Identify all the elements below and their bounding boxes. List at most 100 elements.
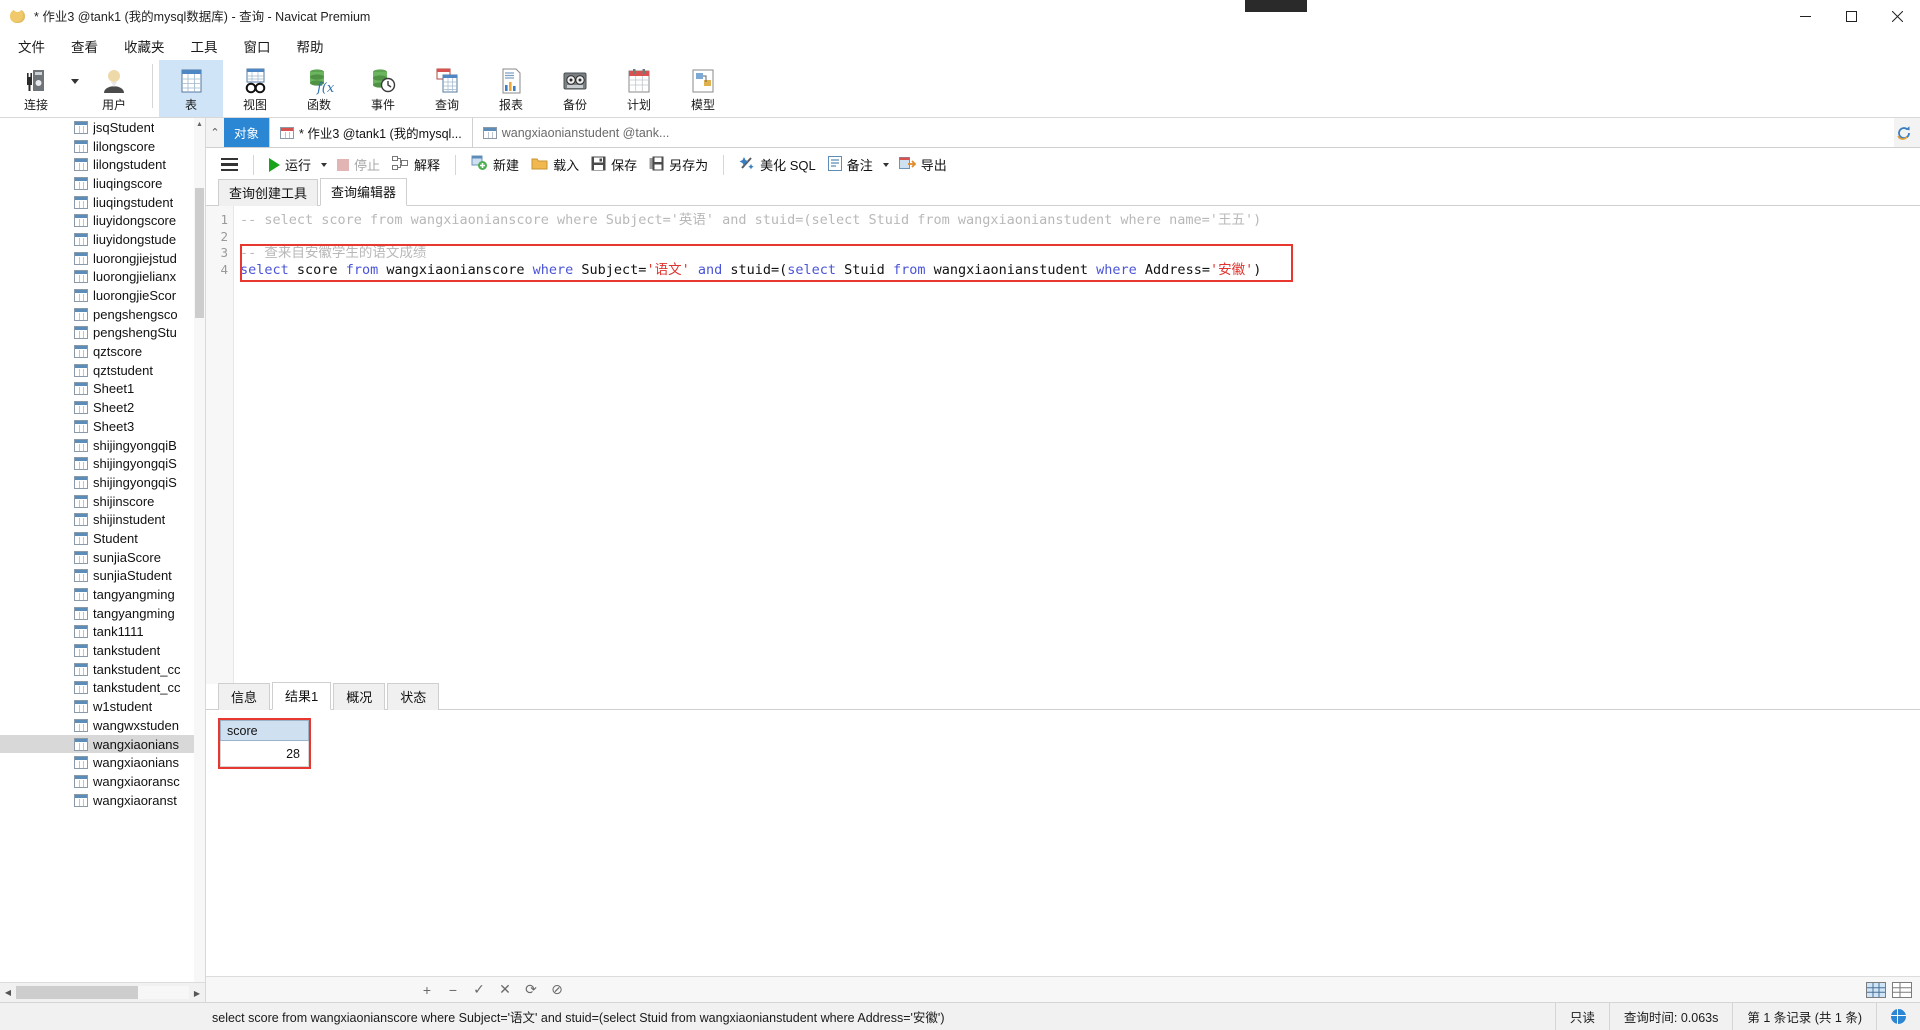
grid-view-icon[interactable] (1866, 981, 1886, 998)
result-tab[interactable]: 状态 (387, 683, 440, 710)
table-list-item[interactable]: sunjiaStudent (0, 567, 205, 586)
table-list[interactable]: jsqStudent lilongscore lilongstudent liuqin… (0, 118, 205, 982)
toolbar-user[interactable]: 用户 (82, 60, 146, 117)
refresh-icon[interactable] (1894, 123, 1914, 143)
scroll-thumb[interactable] (195, 188, 204, 318)
table-list-item[interactable]: shijingyongqiS (0, 454, 205, 473)
sql-code-area[interactable]: -- select score from wangxiaonianscore w… (234, 206, 1920, 684)
scroll-up-arrow[interactable]: ▲ (194, 118, 205, 130)
table-cell[interactable]: 28 (220, 740, 309, 767)
table-list-item[interactable]: Sheet3 (0, 417, 205, 436)
sidebar-vertical-scrollbar[interactable]: ▲ ▼ (194, 118, 205, 1002)
hscroll-right-arrow[interactable]: ▶ (189, 983, 205, 1003)
toolbar-backup[interactable]: 备份 (543, 60, 607, 117)
menu-file[interactable]: 文件 (6, 33, 57, 59)
toolbar-connection[interactable]: 连接 (4, 60, 68, 117)
result-tab[interactable]: 信息 (218, 683, 271, 710)
table-list-item[interactable]: wangxiaoranst (0, 791, 205, 810)
table-list-item[interactable]: shijinscore (0, 492, 205, 511)
toolbar-schedule[interactable]: 计划 (607, 60, 671, 117)
hamburger-icon[interactable] (214, 150, 244, 180)
table-list-item[interactable]: tankstudent (0, 641, 205, 660)
hscroll-left-arrow[interactable]: ◀ (0, 983, 16, 1003)
table-list-item[interactable]: Sheet2 (0, 398, 205, 417)
table-list-item[interactable]: shijingyongqiS (0, 473, 205, 492)
tab-object[interactable]: 对象 (224, 118, 271, 147)
save-button[interactable]: 保存 (585, 151, 643, 178)
result-grid-area[interactable]: score 28 (206, 710, 1920, 976)
status-globe[interactable] (1876, 1002, 1920, 1030)
toolbar-query[interactable]: 查询 (415, 60, 479, 117)
menu-window[interactable]: 窗口 (232, 33, 283, 59)
check-icon[interactable]: ✓ (466, 978, 492, 1002)
table-list-item[interactable]: pengshengStu (0, 324, 205, 343)
result-tab[interactable]: 结果1 (272, 682, 332, 710)
toolbar-event[interactable]: 事件 (351, 60, 415, 117)
explain-button[interactable]: 解释 (386, 151, 446, 178)
toolbar-report[interactable]: 报表 (479, 60, 543, 117)
menu-help[interactable]: 帮助 (285, 33, 336, 59)
table-list-item[interactable]: luorongjieScor (0, 286, 205, 305)
sql-line[interactable]: -- select score from wangxiaonianscore w… (240, 212, 1920, 229)
table-list-item[interactable]: liuqingstudent (0, 193, 205, 212)
hscroll-thumb[interactable] (16, 986, 138, 999)
table-list-item[interactable]: Student (0, 529, 205, 548)
connection-dropdown-caret[interactable] (68, 60, 82, 117)
table-list-item[interactable]: luorongjiejstud (0, 249, 205, 268)
sql-editor[interactable]: 1234 -- select score from wangxiaoniansc… (206, 206, 1920, 684)
sql-line[interactable] (240, 229, 1920, 246)
table-list-item[interactable]: luorongjielianx (0, 268, 205, 287)
table-list-item[interactable]: liuqingscore (0, 174, 205, 193)
table-list-item[interactable]: wangxiaoransc (0, 772, 205, 791)
chevron-up-icon[interactable]: ⌃ (206, 118, 224, 147)
plus-icon[interactable]: + (414, 978, 440, 1002)
maximize-button[interactable] (1828, 0, 1874, 32)
toolbar-table[interactable]: 表 (159, 60, 223, 117)
sidebar-horizontal-scrollbar[interactable]: ◀ ▶ (0, 982, 205, 1002)
table-list-item[interactable]: pengshengsco (0, 305, 205, 324)
refresh-icon[interactable]: ⟳ (518, 978, 544, 1002)
stop-button[interactable]: 停止 (331, 151, 386, 178)
close-button[interactable] (1874, 0, 1920, 32)
table-row[interactable]: 28 (220, 740, 309, 767)
table-list-item[interactable]: qztscore (0, 342, 205, 361)
result-table[interactable]: score 28 (220, 720, 309, 767)
table-list-item[interactable]: qztstudent (0, 361, 205, 380)
hscroll-track[interactable] (16, 986, 189, 999)
table-list-item[interactable]: tankstudent_cc (0, 679, 205, 698)
comment-dropdown-caret[interactable] (882, 162, 889, 167)
sql-line[interactable]: -- 查来自安徽学生的语文成绩 (240, 245, 1920, 262)
tab-query-editor[interactable]: * 作业3 @tank1 (我的mysql... (270, 118, 473, 147)
table-list-item[interactable]: shijinstudent (0, 510, 205, 529)
menu-favorites[interactable]: 收藏夹 (112, 33, 177, 59)
export-button[interactable]: 导出 (893, 151, 953, 178)
table-list-item[interactable]: wangwxstuden (0, 716, 205, 735)
form-view-icon[interactable] (1892, 981, 1912, 998)
run-dropdown-caret[interactable] (321, 162, 328, 167)
menu-tools[interactable]: 工具 (179, 33, 230, 59)
ban-icon[interactable]: ⊘ (544, 978, 570, 1002)
table-list-item[interactable]: lilongstudent (0, 155, 205, 174)
new-button[interactable]: 新建 (465, 151, 525, 178)
table-list-item[interactable]: lilongscore (0, 137, 205, 156)
table-list-item[interactable]: jsqStudent (0, 118, 205, 137)
table-list-item[interactable]: sunjiaScore (0, 548, 205, 567)
minimize-button[interactable] (1782, 0, 1828, 32)
table-list-item[interactable]: wangxiaonians (0, 734, 205, 754)
table-list-item[interactable]: tangyangming (0, 604, 205, 623)
column-header[interactable]: score (220, 720, 309, 741)
sql-line[interactable]: select score from wangxiaonianscore wher… (240, 262, 1920, 279)
save-as-button[interactable]: 另存为 (643, 151, 714, 178)
toolbar-view[interactable]: 视图 (223, 60, 287, 117)
table-list-item[interactable]: w1student (0, 697, 205, 716)
table-list-item[interactable]: liuyidongscore (0, 211, 205, 230)
table-list-item[interactable]: tank1111 (0, 623, 205, 642)
result-tab[interactable]: 概况 (333, 683, 386, 710)
comment-button[interactable]: 备注 (822, 151, 879, 178)
toolbar-model[interactable]: 模型 (671, 60, 735, 117)
menu-view[interactable]: 查看 (59, 33, 110, 59)
run-button[interactable]: 运行 (263, 151, 317, 178)
cross-icon[interactable]: ✕ (492, 978, 518, 1002)
table-list-item[interactable]: tangyangming (0, 585, 205, 604)
tab-query-editor-pane[interactable]: 查询编辑器 (320, 178, 408, 206)
